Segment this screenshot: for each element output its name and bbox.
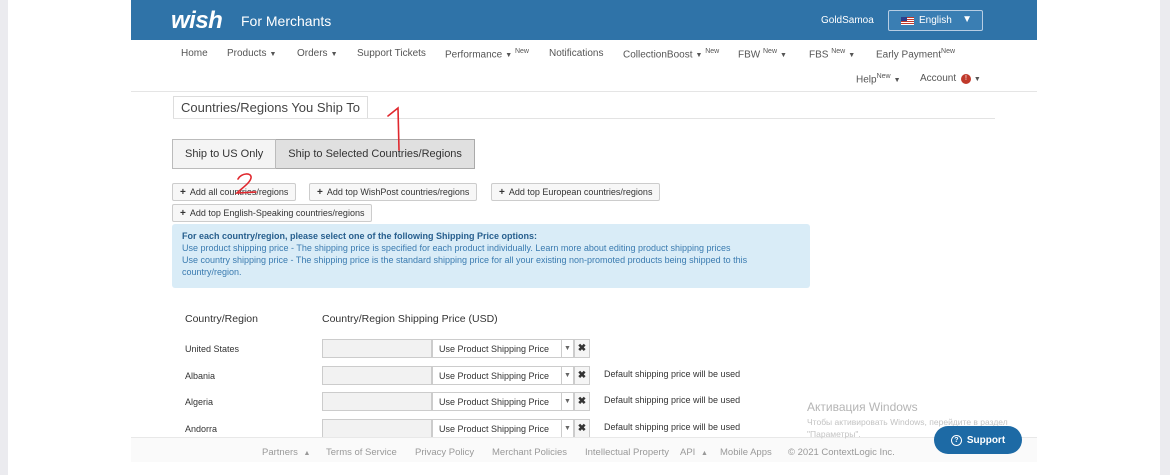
annotation-number-1 — [387, 106, 400, 151]
footer-merchant-policies-link[interactable]: Merchant Policies — [492, 447, 567, 458]
plus-icon: + — [317, 186, 323, 198]
section-title: Countries/Regions You Ship To — [173, 96, 368, 118]
chevron-down-icon: ▼ — [561, 393, 573, 410]
info-line-product: Use product shipping price - The shippin… — [182, 243, 533, 253]
username[interactable]: GoldSamoa — [821, 15, 874, 26]
default-price-note: Default shipping price will be used — [604, 422, 741, 432]
caret-down-icon: ▼ — [848, 52, 856, 60]
shipping-mode-toggle: Ship to US Only Ship to Selected Countri… — [172, 139, 475, 169]
shipping-price-input[interactable] — [322, 392, 432, 411]
footer-terms-link[interactable]: Terms of Service — [326, 447, 397, 458]
country-label: Andorra — [185, 424, 218, 434]
language-label: English — [919, 15, 952, 26]
caret-down-icon: ▼ — [780, 52, 787, 60]
close-icon: ✖ — [577, 396, 587, 407]
info-heading: For each country/region, please select o… — [182, 231, 538, 241]
top-bar: wish For Merchants GoldSamoa English ▼ — [131, 0, 1037, 40]
caret-up-icon: ▲ — [700, 450, 708, 457]
windows-activation-title: Активация Windows — [807, 400, 918, 414]
footer-partners-link[interactable]: Partners ▲ — [262, 447, 310, 458]
default-price-note: Default shipping price will be used — [604, 369, 741, 379]
language-selector[interactable]: English ▼ — [888, 10, 983, 31]
shipping-option-select[interactable]: Use Product Shipping Price ▼ — [432, 392, 574, 411]
shipping-option-select[interactable]: Use Product Shipping Price ▼ — [432, 339, 574, 358]
nav-early-payment[interactable]: Early PaymentNew — [876, 48, 955, 60]
main-nav: Home Products ▼ Orders ▼ Support Tickets P… — [131, 40, 1037, 92]
chevron-down-icon: ▼ — [561, 367, 573, 384]
column-header-country: Country/Region — [185, 313, 258, 325]
shipping-price-input[interactable] — [322, 419, 432, 438]
annotation-number-2 — [234, 173, 257, 194]
remove-country-button[interactable]: ✖ — [574, 366, 590, 385]
remove-country-button[interactable]: ✖ — [574, 392, 590, 411]
nav-orders[interactable]: Orders ▼ — [297, 48, 338, 59]
nav-collection-boost[interactable]: CollectionBoost ▼ New — [623, 48, 719, 60]
plus-icon: + — [180, 186, 186, 198]
add-wishpost-countries-button[interactable]: + Add top WishPost countries/regions — [309, 183, 478, 201]
us-flag-icon — [901, 16, 914, 25]
help-icon: ? — [950, 434, 962, 446]
footer-copyright: © 2021 ContextLogic Inc. — [788, 447, 895, 458]
caret-down-icon: ▼ — [695, 52, 703, 60]
default-price-note: Default shipping price will be used — [604, 395, 741, 405]
footer-privacy-link[interactable]: Privacy Policy — [415, 447, 474, 458]
plus-icon: + — [499, 186, 505, 198]
page-footer: Partners ▲ Terms of Service Privacy Poli… — [131, 437, 1037, 462]
shipping-option-select[interactable]: Use Product Shipping Price ▼ — [432, 366, 574, 385]
app-subtitle: For Merchants — [241, 13, 332, 29]
support-label: Support — [966, 434, 1006, 446]
nav-home[interactable]: Home — [181, 48, 208, 59]
wish-logo[interactable]: wish — [171, 7, 223, 35]
add-english-countries-button[interactable]: + Add top English-Speaking countries/regi… — [172, 204, 373, 222]
caret-down-icon: ▼ — [893, 77, 901, 85]
shipping-options-info: For each country/region, please select o… — [172, 224, 810, 288]
info-line-country: Use country shipping price - The shippin… — [182, 255, 748, 277]
shipping-option-select[interactable]: Use Product Shipping Price ▼ — [432, 419, 574, 438]
caret-down-icon: ▼ — [505, 52, 513, 60]
caret-down-icon: ▼ — [973, 76, 981, 83]
country-label: Albania — [185, 371, 216, 381]
caret-up-icon: ▲ — [303, 450, 311, 457]
nav-help[interactable]: HelpNew▼ — [856, 73, 901, 85]
add-european-countries-button[interactable]: + Add top European countries/regions — [491, 183, 661, 201]
nav-performance[interactable]: Performance ▼ New — [445, 48, 529, 60]
remove-country-button[interactable]: ✖ — [574, 339, 590, 358]
divider — [173, 118, 995, 119]
country-label: Algeria — [185, 397, 214, 407]
learn-more-link[interactable]: Learn more about editing product shippin… — [535, 243, 730, 253]
footer-api-link[interactable]: API ▲ — [680, 447, 708, 458]
merchant-app: wish For Merchants GoldSamoa English ▼ H… — [131, 0, 1037, 462]
nav-fbs[interactable]: FBS New▼ — [809, 48, 855, 60]
shipping-price-input[interactable] — [322, 366, 432, 385]
caret-down-icon: ▼ — [269, 51, 277, 58]
chevron-down-icon: ▼ — [561, 340, 573, 357]
nav-support-tickets[interactable]: Support Tickets — [357, 48, 426, 59]
nav-fbw[interactable]: FBW New▼ — [738, 48, 787, 60]
ship-us-only-button[interactable]: Ship to US Only — [172, 139, 277, 169]
nav-notifications[interactable]: Notifications — [549, 48, 603, 59]
chevron-down-icon: ▼ — [561, 420, 573, 437]
nav-account[interactable]: Account ! ▼ — [920, 73, 981, 84]
close-icon: ✖ — [577, 423, 587, 434]
nav-products[interactable]: Products ▼ — [227, 48, 276, 59]
close-icon: ✖ — [577, 343, 587, 354]
support-button[interactable]: ? Support — [934, 426, 1022, 454]
footer-mobile-apps-link[interactable]: Mobile Apps — [720, 447, 772, 458]
caret-down-icon: ▼ — [330, 51, 338, 58]
plus-icon: + — [180, 207, 186, 219]
ship-selected-countries-button[interactable]: Ship to Selected Countries/Regions — [276, 139, 475, 169]
column-header-price: Country/Region Shipping Price (USD) — [322, 313, 498, 325]
account-alert-badge: ! — [960, 74, 971, 84]
shipping-price-input[interactable] — [322, 339, 432, 358]
screenshot-background: wish For Merchants GoldSamoa English ▼ H… — [0, 0, 1170, 475]
chevron-down-icon: ▼ — [962, 14, 972, 25]
footer-ip-link[interactable]: Intellectual Property — [585, 447, 669, 458]
country-label: United States — [185, 344, 240, 354]
close-icon: ✖ — [577, 370, 587, 381]
remove-country-button[interactable]: ✖ — [574, 419, 590, 438]
